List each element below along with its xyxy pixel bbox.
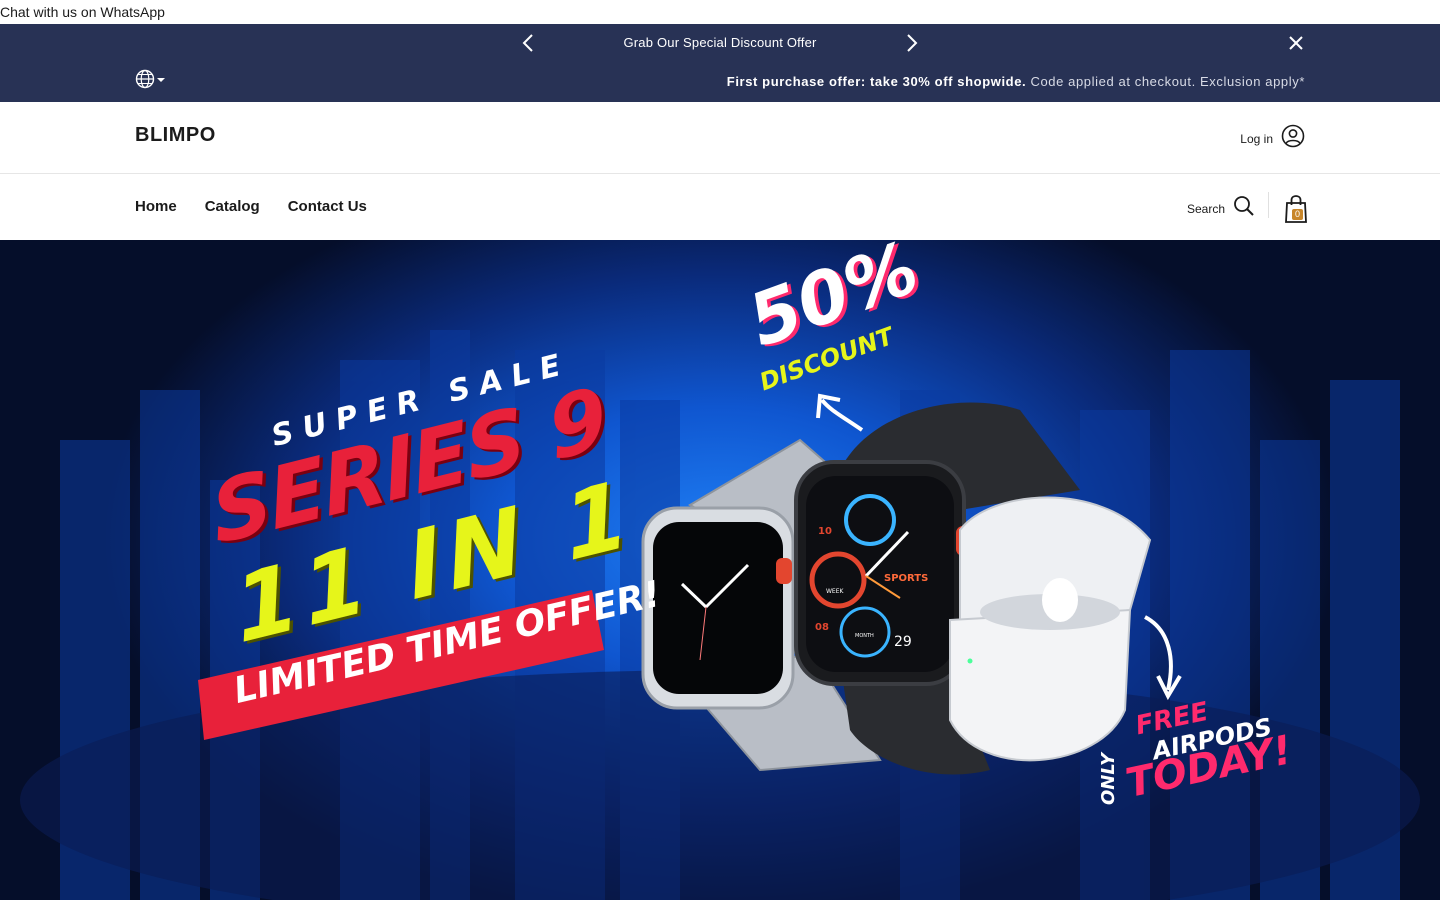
watch-08-label: 08 [815,622,829,633]
login-link[interactable]: Log in [1240,124,1305,153]
whatsapp-chat-link[interactable]: Chat with us on WhatsApp [0,4,165,20]
search-icon [1233,195,1255,222]
search-label: Search [1187,201,1226,216]
nav-links: Home Catalog Contact Us [135,198,367,215]
hero-artwork [20,330,1420,900]
site-logo[interactable]: BLIMPO [135,124,216,147]
watch-date-label: 29 [894,634,912,650]
airpods-case-graphic [949,496,1152,762]
hero-only-text: ONLY [1098,752,1119,805]
hero-banner[interactable]: SUPER SALE SERIES 9 11 IN 1 LIMITED TIME… [0,240,1440,900]
nav-link-home[interactable]: Home [135,198,177,215]
watch-sports-label: SPORTS [884,573,929,584]
announcement-text: Grab Our Special Discount Offer [623,35,817,50]
cart-count-badge: 0 [1292,209,1303,220]
watch-month-label: MONTH [855,633,874,639]
chevron-left-icon[interactable] [518,32,540,54]
announcement-bar: Grab Our Special Discount Offer First pu… [0,24,1440,102]
promo-rest-text: Code applied at checkout. Exclusion appl… [1026,74,1305,89]
promo-strong-text: First purchase offer: take 30% off shopw… [726,74,1027,89]
language-selector[interactable] [135,69,175,94]
site-header: BLIMPO Log in [0,102,1440,174]
chevron-right-icon[interactable] [900,32,922,54]
user-circle-icon [1281,124,1305,153]
nav-link-contact-us[interactable]: Contact Us [288,198,367,215]
login-label: Log in [1240,131,1273,146]
promo-message: First purchase offer: take 30% off shopw… [727,74,1305,89]
nav-link-catalog[interactable]: Catalog [205,198,260,215]
main-navigation: Home Catalog Contact Us Search 0 [0,175,1440,240]
watch-10-label: 10 [818,526,832,537]
search-button[interactable]: Search [1187,195,1255,222]
watch-week-label: WEEK [826,588,844,595]
whatsapp-bar: Chat with us on WhatsApp [0,0,1440,24]
nav-divider [1268,192,1269,218]
close-icon[interactable] [1286,33,1306,53]
cart-button[interactable]: 0 [1283,194,1309,224]
chevron-down-icon [155,72,167,90]
globe-icon [135,69,155,94]
